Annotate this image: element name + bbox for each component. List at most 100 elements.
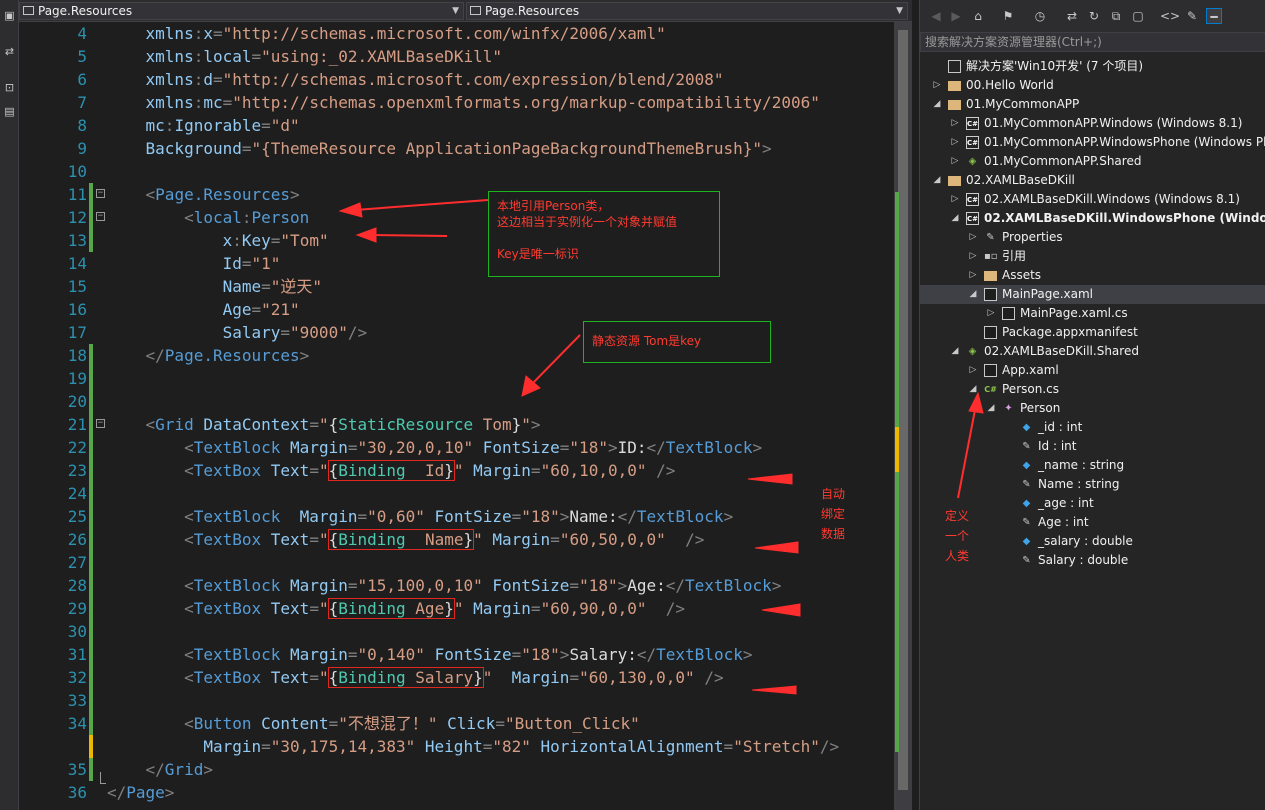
code-text-area[interactable]: 4 xmlns:x="http://schemas.microsoft.com/… xyxy=(19,22,894,810)
tree-node[interactable]: ✎ Id : int xyxy=(920,437,1265,456)
code-line[interactable]: 20 xyxy=(19,390,894,413)
collapse-icon[interactable]: ◢ xyxy=(986,399,996,418)
expand-icon[interactable]: ▷ xyxy=(950,133,960,152)
tree-node[interactable]: ▷ Assets xyxy=(920,266,1265,285)
line-number: 5 xyxy=(77,47,87,66)
code-line[interactable]: 36 </Page> xyxy=(19,781,894,804)
collapse-icon[interactable]: − xyxy=(96,189,105,198)
expand-icon[interactable]: ▷ xyxy=(968,247,978,266)
code-line[interactable]: Margin="30,175,14,383" Height="82" Horiz… xyxy=(19,735,894,758)
back-icon[interactable]: ◀ xyxy=(928,8,944,24)
code-line[interactable]: 9 Background="{ThemeResource Application… xyxy=(19,137,894,160)
expand-icon[interactable]: ▷ xyxy=(968,266,978,285)
code-line[interactable]: 22 <TextBlock Margin="30,20,0,10" FontSi… xyxy=(19,436,894,459)
code-line[interactable]: 14 Id="1" xyxy=(19,252,894,275)
tree-node[interactable]: ▷ ▪▫ 引用 xyxy=(920,247,1265,266)
code-line[interactable]: 25 <TextBlock Margin="0,60" FontSize="18… xyxy=(19,505,894,528)
code-line[interactable]: 10 xyxy=(19,160,894,183)
expand-icon[interactable]: ▷ xyxy=(986,304,996,323)
tree-node[interactable]: ▷ C# 02.XAMLBaseDKill.Windows (Windows 8.1… xyxy=(920,190,1265,209)
tree-node[interactable]: ◆ _id : int xyxy=(920,418,1265,437)
expand-icon[interactable]: ▷ xyxy=(950,114,960,133)
tree-node[interactable]: ◢ MainPage.xaml xyxy=(920,285,1265,304)
collapse-all-icon[interactable]: ⧉ xyxy=(1108,8,1124,24)
collapse-icon[interactable]: ◢ xyxy=(968,285,978,304)
code-line[interactable]: 5 xmlns:local="using:_02.XAMLBaseDKill" xyxy=(19,45,894,68)
code-line[interactable]: 4 xmlns:x="http://schemas.microsoft.com/… xyxy=(19,22,894,45)
code-line[interactable]: 31 <TextBlock Margin="0,140" FontSize="1… xyxy=(19,643,894,666)
tree-node[interactable]: ▷ C# 01.MyCommonAPP.Windows (Windows 8.1) xyxy=(920,114,1265,133)
tree-node[interactable]: ▷ 00.Hello World xyxy=(920,76,1265,95)
view-code-icon[interactable]: <> xyxy=(1160,8,1180,24)
history-icon[interactable]: ◷ xyxy=(1032,8,1048,24)
tree-node[interactable]: ▷ MainPage.xaml.cs xyxy=(920,304,1265,323)
show-all-files-icon[interactable]: ▢ xyxy=(1130,8,1146,24)
switch-view-icon[interactable]: ⇄ xyxy=(2,44,17,59)
tree-node[interactable]: ▷ ◈ 01.MyCommonAPP.Shared xyxy=(920,152,1265,171)
refresh-icon[interactable]: ↻ xyxy=(1086,8,1102,24)
code-line[interactable]: 16 Age="21" xyxy=(19,298,894,321)
code-line[interactable]: 19 xyxy=(19,367,894,390)
tree-node[interactable]: ✎ Name : string xyxy=(920,475,1265,494)
scrollbar-thumb[interactable] xyxy=(898,30,908,790)
code-line[interactable]: 8 mc:Ignorable="d" xyxy=(19,114,894,137)
expand-icon[interactable]: ▷ xyxy=(950,152,960,171)
code-line[interactable]: 23 <TextBox Text="{Binding Id}" Margin="… xyxy=(19,459,894,482)
solution-search-input[interactable]: 搜索解决方案资源管理器(Ctrl+;) xyxy=(920,32,1265,52)
properties-wrench-icon[interactable]: ✎ xyxy=(1184,8,1200,24)
forward-icon[interactable]: ▶ xyxy=(948,8,964,24)
code-line[interactable]: 7 xmlns:mc="http://schemas.openxmlformat… xyxy=(19,91,894,114)
tree-node[interactable]: ▷ App.xaml xyxy=(920,361,1265,380)
code-line[interactable]: 11− <Page.Resources> xyxy=(19,183,894,206)
code-line[interactable]: 13 x:Key="Tom" xyxy=(19,229,894,252)
preview-selected-icon[interactable]: ━ xyxy=(1206,8,1222,24)
collapse-icon[interactable]: ◢ xyxy=(932,171,942,190)
home-icon[interactable]: ⌂ xyxy=(970,8,986,24)
code-line[interactable]: 24 xyxy=(19,482,894,505)
vertical-scrollbar[interactable] xyxy=(894,22,912,810)
type-dropdown-value: Page.Resources xyxy=(38,4,133,18)
tree-node[interactable]: 解决方案'Win10开发' (7 个项目) xyxy=(920,57,1265,76)
code-line[interactable]: 34 <Button Content="不想混了！" Click="Button… xyxy=(19,712,894,735)
collapse-icon[interactable]: ◢ xyxy=(968,380,978,399)
expand-icon[interactable]: ▷ xyxy=(932,76,942,95)
pending-changes-icon[interactable]: ⚑ xyxy=(1000,8,1016,24)
tree-node[interactable]: ▷ ✎ Properties xyxy=(920,228,1265,247)
data-sources-icon[interactable]: ▤ xyxy=(2,104,17,119)
code-line[interactable]: 21− <Grid DataContext="{StaticResource T… xyxy=(19,413,894,436)
code-line[interactable]: 33 xyxy=(19,689,894,712)
expand-icon[interactable]: ▷ xyxy=(968,361,978,380)
collapse-icon[interactable]: ◢ xyxy=(950,342,960,361)
tree-node[interactable]: ◢ C# 02.XAMLBaseDKill.WindowsPhone (Window… xyxy=(920,209,1265,228)
tree-node[interactable]: ◢ 01.MyCommonAPP xyxy=(920,95,1265,114)
code-line[interactable]: 15 Name="逆天" xyxy=(19,275,894,298)
server-explorer-icon[interactable]: ▣ xyxy=(2,8,17,23)
expand-icon[interactable]: ▷ xyxy=(968,228,978,247)
tree-node[interactable]: ◢ C# Person.cs xyxy=(920,380,1265,399)
code-line[interactable]: 12− <local:Person xyxy=(19,206,894,229)
code-line[interactable]: 30 xyxy=(19,620,894,643)
tree-node[interactable]: ◢ 02.XAMLBaseDKill xyxy=(920,171,1265,190)
member-dropdown[interactable]: Page.Resources ▼ xyxy=(466,2,908,20)
code-line[interactable]: 32 <TextBox Text="{Binding Salary}" Marg… xyxy=(19,666,894,689)
expand-icon[interactable]: ▷ xyxy=(950,190,960,209)
collapse-icon[interactable]: − xyxy=(96,212,105,221)
code-line[interactable]: 35 </Grid> xyxy=(19,758,894,781)
tree-node[interactable]: Package.appxmanifest xyxy=(920,323,1265,342)
tree-node[interactable]: ◢ ✦ Person xyxy=(920,399,1265,418)
collapse-icon[interactable]: ◢ xyxy=(950,209,960,228)
toolbox-icon[interactable]: ⊡ xyxy=(2,80,17,95)
code-line[interactable]: 28 <TextBlock Margin="15,100,0,10" FontS… xyxy=(19,574,894,597)
sync-icon[interactable]: ⇄ xyxy=(1064,8,1080,24)
code-line[interactable]: 6 xmlns:d="http://schemas.microsoft.com/… xyxy=(19,68,894,91)
collapse-icon[interactable]: − xyxy=(96,419,105,428)
code-line[interactable]: 27 xyxy=(19,551,894,574)
collapse-icon[interactable]: ◢ xyxy=(932,95,942,114)
type-dropdown[interactable]: Page.Resources ▼ xyxy=(19,2,464,20)
tree-node[interactable]: ▷ C# 01.MyCommonAPP.WindowsPhone (Windows … xyxy=(920,133,1265,152)
tree-node[interactable]: ◆ _name : string xyxy=(920,456,1265,475)
code-line[interactable]: 26 <TextBox Text="{Binding Name}" Margin… xyxy=(19,528,894,551)
tree-node[interactable]: ◢ ◈ 02.XAMLBaseDKill.Shared xyxy=(920,342,1265,361)
code-line[interactable]: 29 <TextBox Text="{Binding Age}" Margin=… xyxy=(19,597,894,620)
